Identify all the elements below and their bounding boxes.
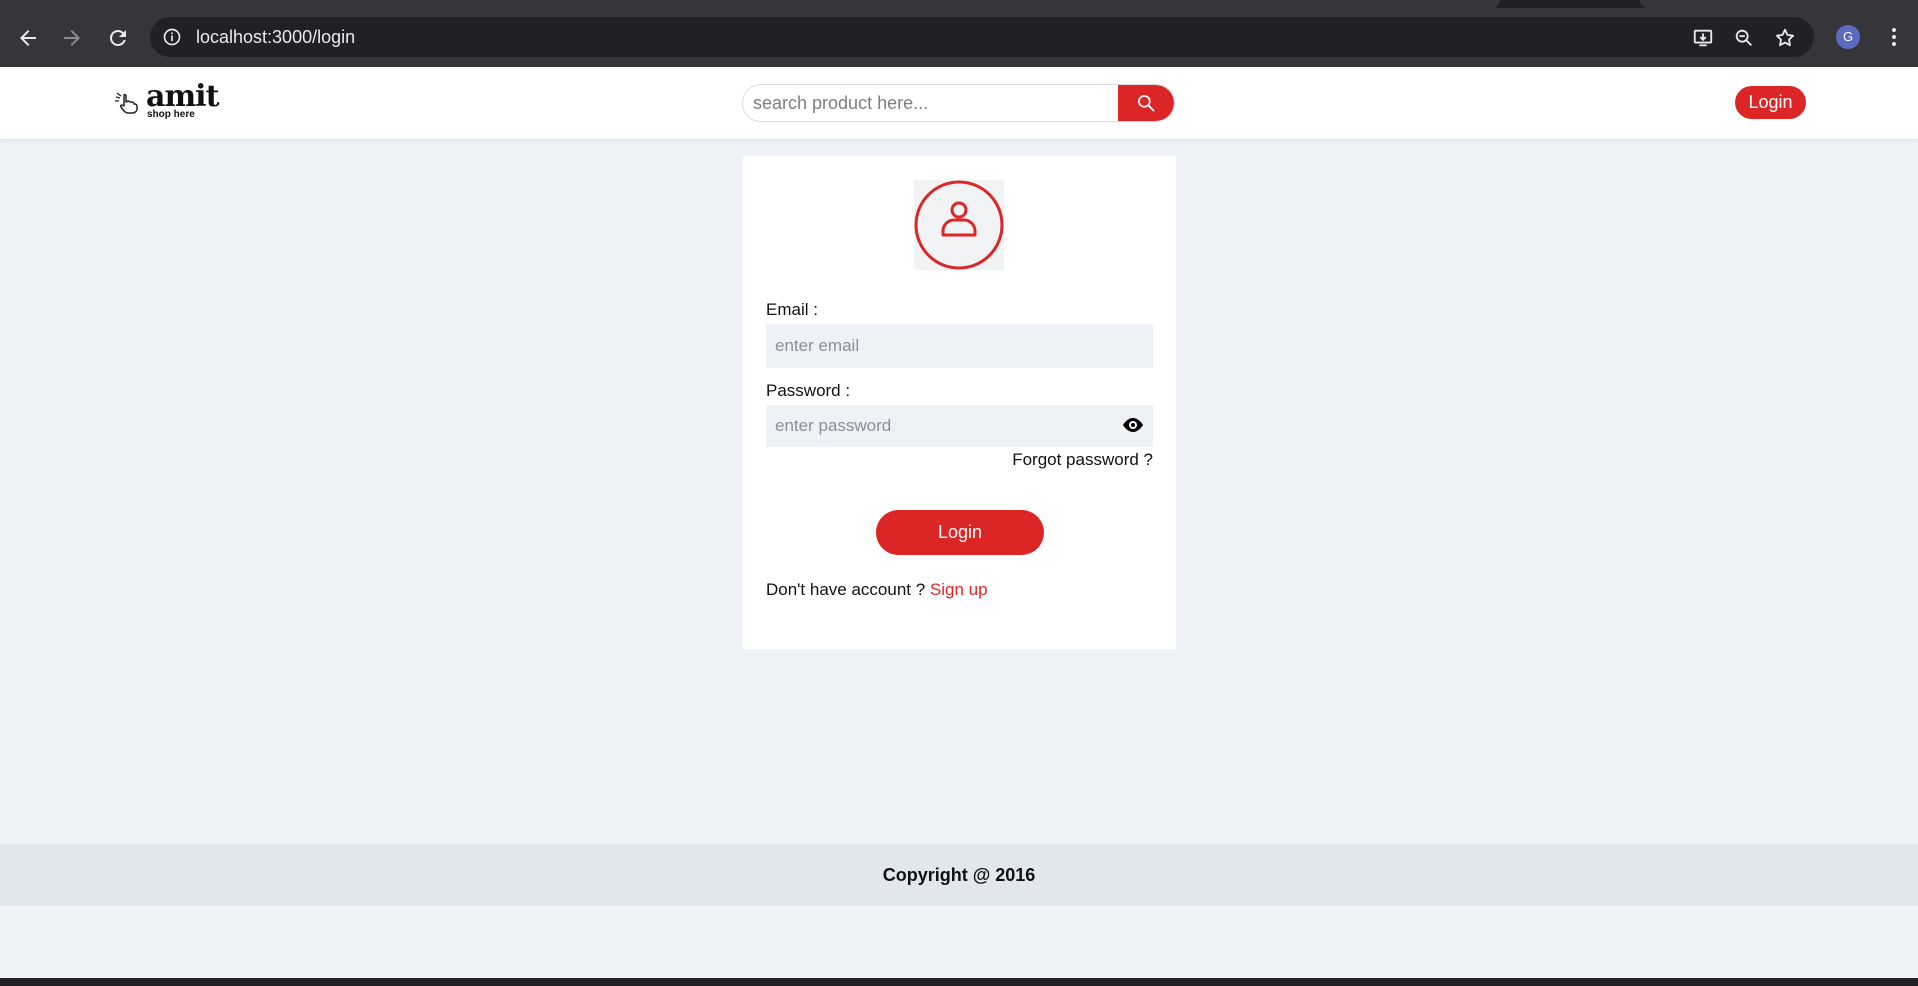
browser-chrome: localhost:3000/login G bbox=[0, 0, 1918, 67]
eye-icon[interactable] bbox=[1121, 415, 1145, 435]
signup-link[interactable]: Sign up bbox=[930, 580, 988, 599]
profile-avatar[interactable]: G bbox=[1836, 25, 1860, 49]
tab-strip bbox=[0, 0, 1918, 8]
forgot-password-link[interactable]: Forgot password ? bbox=[1012, 450, 1153, 470]
forward-icon[interactable] bbox=[60, 26, 84, 50]
login-card: Email : Password : Forgot password ? Log… bbox=[743, 156, 1176, 649]
no-account-text: Don't have account ? bbox=[766, 580, 926, 599]
email-label: Email : bbox=[766, 300, 818, 319]
header-login-button[interactable]: Login bbox=[1735, 86, 1806, 119]
zoom-icon[interactable] bbox=[1733, 27, 1755, 49]
password-field-wrap bbox=[766, 405, 1153, 447]
bookmark-star-icon[interactable] bbox=[1774, 27, 1796, 49]
taskbar-edge bbox=[0, 978, 1918, 986]
user-avatar-icon bbox=[914, 180, 1004, 270]
site-info-icon[interactable] bbox=[162, 27, 182, 47]
browser-toolbar: localhost:3000/login G bbox=[0, 8, 1918, 67]
password-field[interactable] bbox=[766, 405, 1153, 447]
email-field-wrap bbox=[766, 324, 1153, 368]
pointing-hand-icon bbox=[114, 89, 144, 115]
site-logo[interactable]: amit shop here bbox=[114, 79, 224, 125]
install-app-icon[interactable] bbox=[1692, 27, 1714, 49]
password-label: Password : bbox=[766, 381, 851, 400]
search-button[interactable] bbox=[1118, 85, 1174, 121]
search-bar bbox=[742, 84, 1175, 122]
reload-icon[interactable] bbox=[106, 26, 130, 50]
logo-tagline: shop here bbox=[147, 109, 195, 120]
search-input[interactable] bbox=[743, 85, 1118, 121]
email-field[interactable] bbox=[766, 324, 1153, 368]
search-icon bbox=[1138, 95, 1155, 112]
site-footer: Copyright @ 2016 bbox=[0, 844, 1918, 906]
inactive-tab[interactable] bbox=[1640, 0, 1918, 8]
url-text[interactable]: localhost:3000/login bbox=[196, 27, 355, 47]
active-tab[interactable] bbox=[0, 0, 1500, 8]
site-header: amit shop here Login bbox=[0, 67, 1918, 139]
back-icon[interactable] bbox=[16, 26, 40, 50]
copyright-text: Copyright @ 2016 bbox=[882, 864, 1036, 885]
signup-prompt: Don't have account ? Sign up bbox=[766, 580, 988, 600]
address-bar[interactable]: localhost:3000/login bbox=[150, 17, 1814, 57]
browser-menu-icon[interactable] bbox=[1882, 25, 1906, 49]
login-submit-button[interactable]: Login bbox=[876, 510, 1044, 555]
